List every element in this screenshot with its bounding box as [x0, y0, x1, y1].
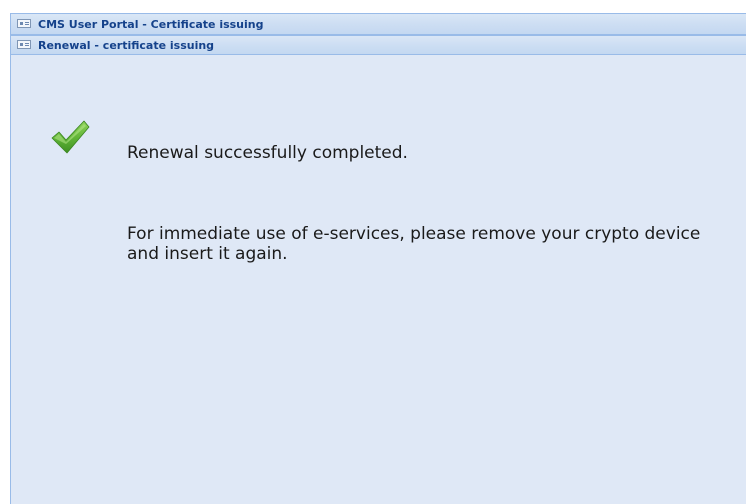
checkmark-icon: [51, 120, 90, 154]
card-icon: [17, 40, 33, 50]
success-message: Renewal successfully completed.: [127, 143, 408, 163]
inner-window-title: Renewal - certificate issuing: [38, 38, 215, 52]
inner-window-body: [11, 55, 746, 504]
instruction-message: For immediate use of e-services, please …: [127, 224, 701, 264]
page: CMS User Portal - Certificate issuing Re…: [0, 0, 746, 504]
inner-window-header: Renewal - certificate issuing: [11, 36, 746, 55]
card-icon: [17, 19, 33, 29]
outer-window-header: CMS User Portal - Certificate issuing: [11, 14, 746, 35]
inner-window-panel: Renewal - certificate issuing: [11, 35, 746, 504]
outer-window-title: CMS User Portal - Certificate issuing: [38, 17, 264, 31]
